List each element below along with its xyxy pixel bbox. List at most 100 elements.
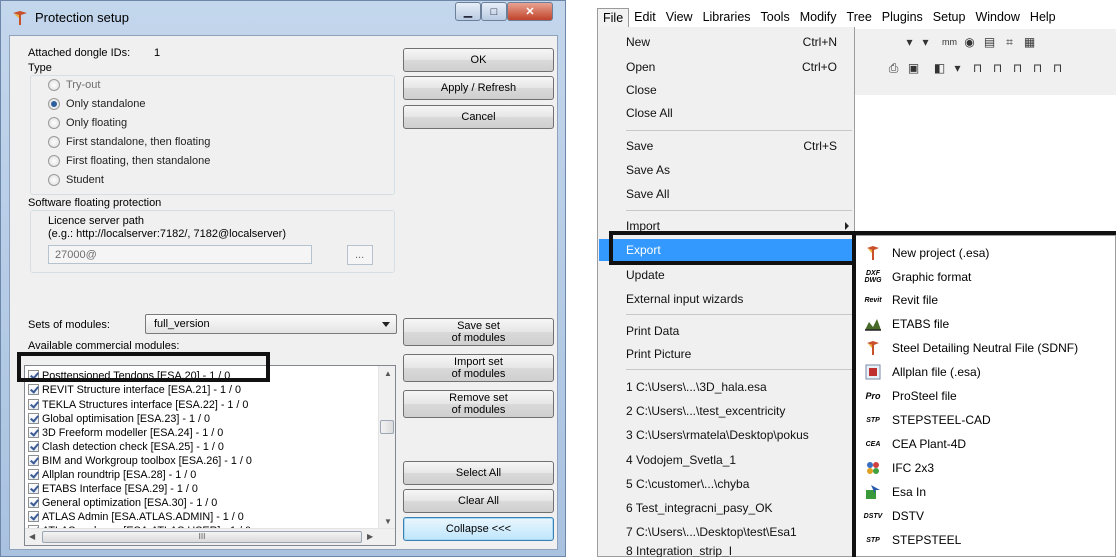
menu-plugins[interactable]: Plugins [877,8,928,28]
menu-item-external-input-wizards[interactable]: External input wizards [599,288,853,310]
list-item[interactable]: REVIT Structure interface [ESA.21] - 1 /… [28,383,241,396]
minimize-button[interactable]: ▁ [455,2,481,21]
import-set-button[interactable]: Import set of modules [403,354,554,382]
list-item[interactable]: ETABS Interface [ESA.29] - 1 / 0 [28,482,198,495]
select-all-button[interactable]: Select All [403,461,554,485]
menu-item-save-as[interactable]: Save As [599,159,853,181]
node-icon[interactable]: ⊓ [1009,60,1026,77]
remove-set-button[interactable]: Remove set of modules [403,390,554,418]
menu-item-save-all[interactable]: Save All [599,183,853,205]
close-button[interactable]: ✕ [507,2,553,21]
radio-only-standalone[interactable]: Only standalone [48,98,146,110]
browse-button[interactable]: ... [347,245,373,265]
section-icon[interactable]: ◉ [961,34,978,51]
recent-file-item[interactable]: 5 C:\customer\...\chyba [599,473,853,495]
menu-item-open[interactable]: Open Ctrl+O [599,56,853,78]
menu-edit[interactable]: Edit [629,8,661,28]
checkbox-checked[interactable] [28,399,39,410]
scroll-down-icon[interactable]: ▼ [384,517,392,526]
maximize-button[interactable]: □ [481,2,507,21]
checkbox-checked[interactable] [28,455,39,466]
collapse-button[interactable]: Collapse <<< [403,517,554,541]
menu-setup[interactable]: Setup [928,8,971,28]
scroll-thumb[interactable]: III [42,531,362,543]
radio-only-floating[interactable]: Only floating [48,117,127,129]
node-icon[interactable]: ⊓ [969,60,986,77]
menu-modify[interactable]: Modify [795,8,842,28]
menu-item-print-picture[interactable]: Print Picture [599,343,853,365]
list-item[interactable]: Allplan roundtrip [ESA.28] - 1 / 0 [28,468,196,481]
table-icon[interactable]: ▤ [981,34,998,51]
menu-item-new[interactable]: New Ctrl+N [599,31,853,53]
submenu-arrow-icon [845,222,849,230]
view-icon[interactable]: ◧ [931,60,948,77]
print-icon[interactable]: ⎙ [885,60,902,77]
licence-server-input[interactable]: 27000@ [48,245,312,264]
units-mm-icon[interactable]: mm [941,34,958,51]
ok-button[interactable]: OK [403,48,554,72]
node-icon[interactable]: ⊓ [1029,60,1046,77]
sets-of-modules-select[interactable]: full_version [145,314,397,334]
list-item[interactable]: 3D Freeform modeller [ESA.24] - 1 / 0 [28,426,223,439]
apply-refresh-button[interactable]: Apply / Refresh [403,76,554,100]
modules-list[interactable]: Posttensioned Tendons [ESA.20] - 1 / 0 R… [24,365,396,546]
checkbox-checked[interactable] [28,384,39,395]
list-item[interactable]: General optimization [ESA.30] - 1 / 0 [28,496,217,509]
radio-first-standalone-then-floating[interactable]: First standalone, then floating [48,136,210,148]
checkbox-checked[interactable] [28,511,39,522]
menu-help[interactable]: Help [1025,8,1061,28]
list-item[interactable]: BIM and Workgroup toolbox [ESA.26] - 1 /… [28,454,252,467]
checkbox-checked[interactable] [28,483,39,494]
checkbox-checked[interactable] [28,497,39,508]
dropdown-icon[interactable]: ▾ [901,34,918,51]
menu-view[interactable]: View [661,8,698,28]
checkbox-checked[interactable] [28,441,39,452]
recent-file-item[interactable]: 7 C:\Users\...\Desktop\test\Esa1 [599,521,853,543]
radio-try-out[interactable]: Try-out [48,79,100,91]
toolbar-area: ▾ ▾ mm ◉ ▤ ⌗ ▦ ⎙ ▣ ◧ ▾ ⊓ ⊓ ⊓ ⊓ ⊓ [855,29,1116,95]
dropdown-icon[interactable]: ▾ [949,60,966,77]
document-icon[interactable]: ▣ [905,60,922,77]
dropdown-icon[interactable]: ▾ [917,34,934,51]
recent-file-item[interactable]: 1 C:\Users\...\3D_hala.esa [599,376,853,398]
menu-item-print-data[interactable]: Print Data [599,320,853,342]
list-item[interactable]: Global optimisation [ESA.23] - 1 / 0 [28,412,210,425]
radio-first-floating-then-standalone[interactable]: First floating, then standalone [48,155,210,167]
node-icon[interactable]: ⊓ [1049,60,1066,77]
menu-libraries[interactable]: Libraries [698,8,756,28]
recent-file-item[interactable]: 6 Test_integracni_pasy_OK [599,497,853,519]
highlight-box [609,231,856,265]
radio-indicator-selected [48,98,60,110]
menu-item-save[interactable]: Save Ctrl+S [599,135,853,157]
scroll-up-icon[interactable]: ▲ [384,369,392,378]
radio-student[interactable]: Student [48,174,104,186]
scroll-right-icon[interactable]: ▶ [367,532,373,541]
recent-file-item[interactable]: 2 C:\Users\...\test_excentricity [599,400,853,422]
list-item[interactable]: TEKLA Structures interface [ESA.22] - 1 … [28,398,248,411]
scroll-thumb[interactable] [380,420,394,434]
menu-item-update[interactable]: Update [599,264,853,286]
checkbox-checked[interactable] [28,469,39,480]
modules-vertical-scrollbar[interactable]: ▲ ▼ [378,366,395,530]
list-item[interactable]: Clash detection check [ESA.25] - 1 / 0 [28,440,224,453]
cancel-button[interactable]: Cancel [403,105,554,129]
grid-icon[interactable]: ⌗ [1001,34,1018,51]
modules-horizontal-scrollbar[interactable]: ◀ III ▶ [25,528,395,545]
menu-file[interactable]: File [597,8,630,28]
menu-window[interactable]: Window [970,8,1024,28]
node-icon[interactable]: ⊓ [989,60,1006,77]
recent-file-item[interactable]: 4 Vodojem_Svetla_1 [599,449,853,471]
checkbox-checked[interactable] [28,427,39,438]
menu-item-close-all[interactable]: Close All [599,102,853,124]
menu-tree[interactable]: Tree [842,8,877,28]
menu-item-close[interactable]: Close [599,79,853,101]
checkbox-checked[interactable] [28,413,39,424]
scroll-left-icon[interactable]: ◀ [29,532,35,541]
recent-file-item[interactable]: 3 C:\Users\rmatela\Desktop\pokus [599,424,853,446]
recent-file-item[interactable]: 8 Integration_strip_I [599,544,853,557]
list-item[interactable]: ATLAS Admin [ESA.ATLAS.ADMIN] - 1 / 0 [28,510,244,523]
layers-icon[interactable]: ▦ [1021,34,1038,51]
save-set-button[interactable]: Save set of modules [403,318,554,346]
menu-tools[interactable]: Tools [756,8,795,28]
clear-all-button[interactable]: Clear All [403,489,554,513]
